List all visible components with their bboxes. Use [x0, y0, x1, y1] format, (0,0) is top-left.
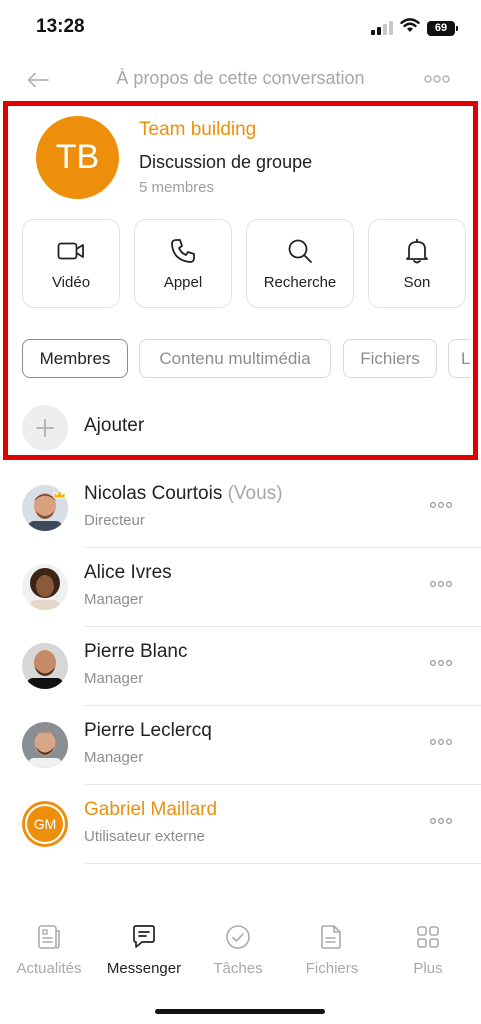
avatar: [22, 722, 68, 768]
search-button[interactable]: Recherche: [246, 219, 354, 308]
group-type: Discussion de groupe: [139, 152, 313, 172]
tab-chips: Membres Contenu multimédia Fichiers L: [22, 339, 470, 379]
member-role: Directeur: [84, 512, 145, 529]
member-you-label: (Vous): [227, 483, 283, 504]
avatar: [22, 564, 68, 610]
more-horizontal-icon[interactable]: [429, 813, 453, 829]
plus-icon[interactable]: [22, 405, 68, 451]
nav-news[interactable]: Actualités: [8, 922, 90, 986]
sound-button[interactable]: Son: [368, 219, 466, 308]
status-bar: 13:28 69: [0, 0, 481, 56]
file-icon: [320, 922, 344, 952]
news-icon: [36, 922, 62, 952]
member-role: Manager: [84, 591, 144, 608]
home-indicator: [155, 1009, 325, 1014]
group-avatar: TB: [36, 116, 119, 199]
tab-links[interactable]: L: [448, 339, 470, 378]
arrow-left-icon[interactable]: [22, 66, 54, 94]
wifi-icon: [400, 18, 420, 38]
more-horizontal-icon[interactable]: [429, 655, 453, 671]
video-button[interactable]: Vidéo: [22, 219, 120, 308]
sound-label: Son: [403, 274, 431, 291]
nav-messenger[interactable]: Messenger: [102, 922, 186, 986]
nav-more-label: Plus: [413, 960, 443, 977]
nav-news-label: Actualités: [16, 960, 82, 977]
nav-tasks-label: Tâches: [213, 960, 263, 977]
nav-more[interactable]: Plus: [388, 922, 468, 986]
member-name: Pierre Leclercq: [84, 720, 212, 741]
nav-files[interactable]: Fichiers: [292, 922, 372, 986]
nav-tasks[interactable]: Tâches: [198, 922, 278, 986]
member-row[interactable]: Pierre Blanc Manager: [0, 641, 481, 720]
bell-icon: [405, 238, 429, 264]
group-initials: TB: [55, 138, 100, 176]
call-label: Appel: [163, 274, 203, 291]
phone-icon: [170, 238, 196, 264]
divider: [84, 547, 481, 548]
status-time: 13:28: [36, 16, 85, 37]
member-name-text: Nicolas Courtois: [84, 483, 223, 504]
member-role: Manager: [84, 749, 144, 766]
avatar: [22, 643, 68, 689]
grid-icon: [416, 922, 440, 952]
search-label: Recherche: [263, 274, 337, 291]
member-name: Pierre Blanc: [84, 641, 188, 662]
divider: [84, 705, 481, 706]
member-name: Alice Ivres: [84, 562, 172, 583]
member-name: Nicolas Courtois (Vous): [84, 483, 283, 505]
check-circle-icon: [225, 922, 251, 952]
more-horizontal-icon[interactable]: [429, 576, 453, 592]
tab-members[interactable]: Membres: [22, 339, 128, 378]
tab-files[interactable]: Fichiers: [343, 339, 437, 378]
signal-icon: [371, 21, 393, 35]
external-ring: GM: [22, 801, 68, 847]
add-member-button[interactable]: Ajouter: [84, 415, 144, 437]
member-role: Manager: [84, 670, 144, 687]
more-horizontal-icon[interactable]: [429, 497, 453, 513]
group-name: Team building: [139, 119, 257, 140]
more-horizontal-icon[interactable]: [429, 734, 453, 750]
member-row[interactable]: Pierre Leclercq Manager: [0, 720, 481, 799]
divider: [84, 784, 481, 785]
battery-icon: 69: [427, 20, 458, 36]
member-row[interactable]: Nicolas Courtois (Vous) Directeur: [0, 483, 481, 562]
divider: [84, 626, 481, 627]
search-icon: [287, 238, 313, 264]
header: À propos de cette conversation: [0, 56, 481, 104]
bottom-nav: Actualités Messenger Tâches Fichiers Plu…: [0, 922, 481, 992]
page-title: À propos de cette conversation: [116, 68, 365, 88]
status-icons: 69: [371, 18, 458, 38]
member-role: Utilisateur externe: [84, 828, 205, 845]
divider: [84, 863, 481, 864]
avatar: GM: [22, 801, 68, 847]
battery-level: 69: [434, 22, 448, 34]
member-row[interactable]: GM Gabriel Maillard Utilisateur externe: [0, 799, 481, 878]
group-member-count: 5 membres: [139, 179, 215, 196]
member-name: Gabriel Maillard: [84, 799, 218, 820]
more-horizontal-icon[interactable]: [423, 68, 451, 90]
chat-icon: [131, 922, 157, 952]
member-initials: GM: [27, 806, 63, 842]
tab-media[interactable]: Contenu multimédia: [139, 339, 331, 378]
crown-icon: [53, 487, 66, 505]
member-row[interactable]: Alice Ivres Manager: [0, 562, 481, 641]
call-button[interactable]: Appel: [134, 219, 232, 308]
nav-files-label: Fichiers: [305, 960, 359, 977]
nav-messenger-label: Messenger: [106, 960, 182, 977]
video-label: Vidéo: [51, 274, 91, 291]
video-camera-icon: [57, 238, 85, 264]
action-buttons: Vidéo Appel Recherche Son: [22, 219, 466, 309]
